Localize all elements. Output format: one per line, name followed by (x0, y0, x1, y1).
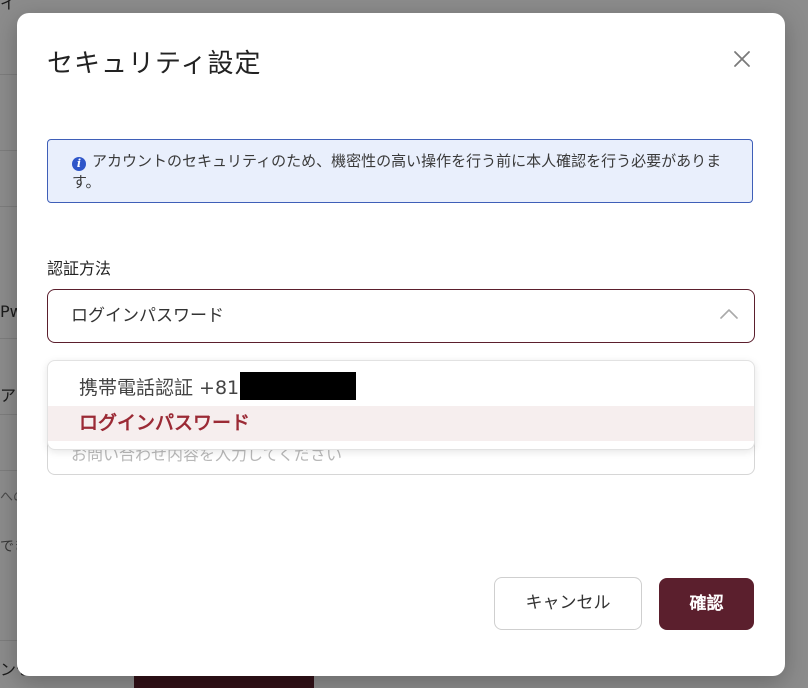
chevron-up-icon (720, 309, 738, 319)
option-phone-label: 携帯電話認証 +81 (79, 377, 240, 399)
option-login-password[interactable]: ログインパスワード (48, 406, 754, 441)
security-settings-modal: セキュリティ設定 i アカウントのセキュリティのため、機密性の高い操作を行う前に本… (17, 13, 785, 676)
auth-method-label: 認証方法 (47, 259, 112, 278)
cancel-button[interactable]: キャンセル (494, 577, 642, 630)
option-password-label: ログインパスワード (79, 412, 251, 434)
close-icon[interactable] (730, 47, 754, 71)
option-phone-auth[interactable]: 携帯電話認証 +81 (48, 371, 754, 406)
info-notice: i アカウントのセキュリティのため、機密性の高い操作を行う前に本人確認を行う必要が… (47, 139, 753, 203)
info-icon: i (72, 157, 86, 171)
confirm-button[interactable]: 確認 (659, 578, 754, 630)
auth-method-dropdown: 携帯電話認証 +81 ログインパスワード (47, 360, 755, 450)
auth-method-selected-value: ログインパスワード (71, 306, 224, 326)
close-button[interactable] (730, 47, 754, 71)
modal-title: セキュリティ設定 (47, 49, 262, 79)
info-text: アカウントのセキュリティのため、機密性の高い操作を行う前に本人確認を行う必要があ… (72, 152, 722, 191)
masked-phone-number (240, 372, 357, 400)
auth-method-select[interactable]: ログインパスワード (47, 289, 755, 343)
